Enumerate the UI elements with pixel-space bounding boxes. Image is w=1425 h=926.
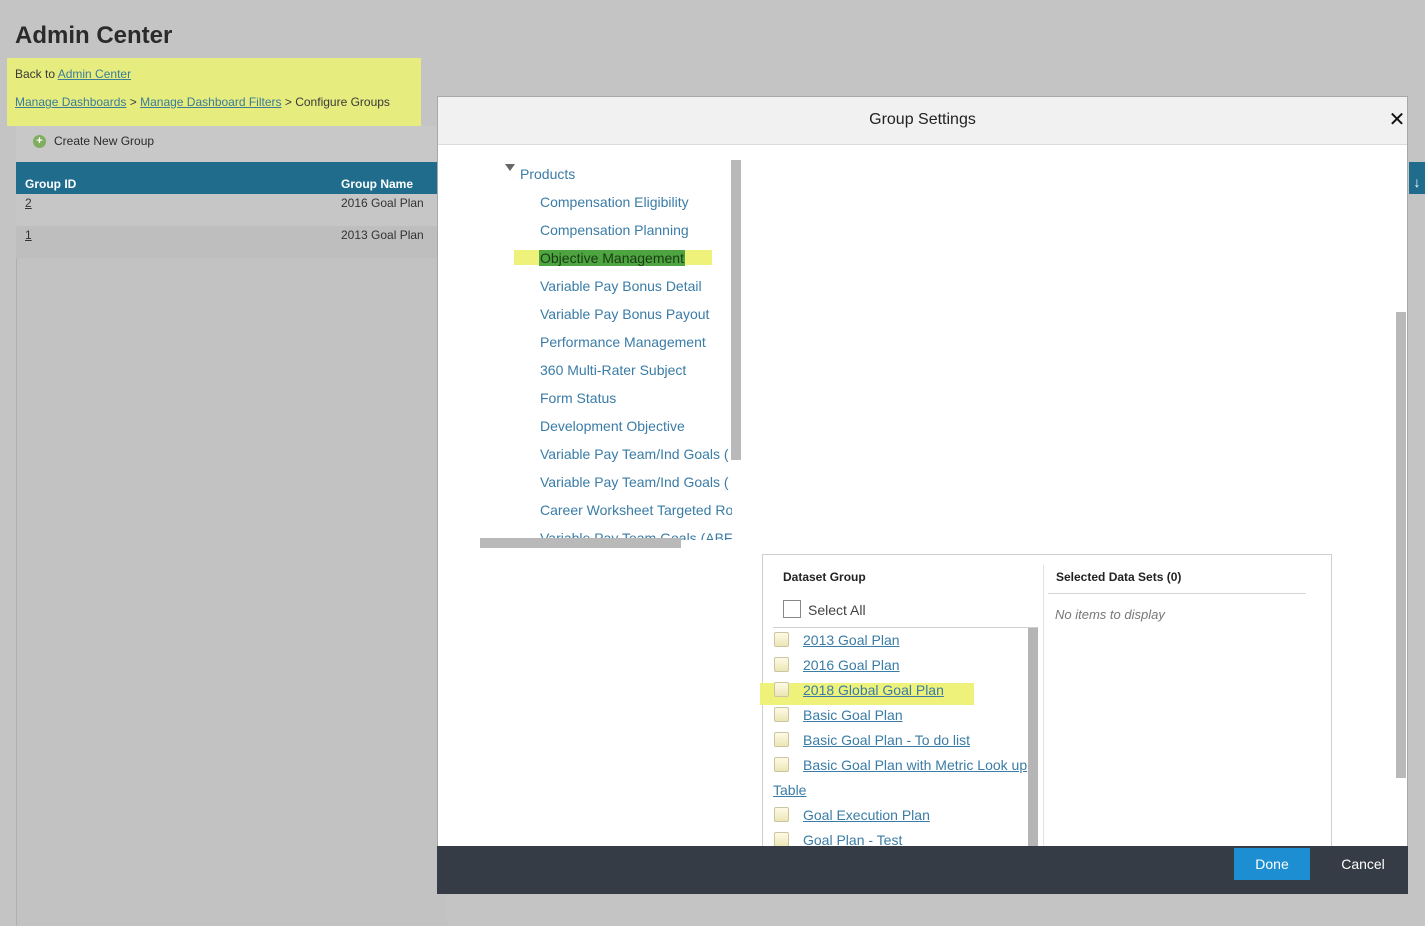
arrow-down-icon[interactable]: ↓ [1409,162,1425,194]
dataset-checkbox[interactable] [774,832,789,846]
dataset-checkbox[interactable] [774,732,789,747]
selected-datasets-header: Selected Data Sets (0) [1056,570,1182,584]
dataset-item[interactable]: 2016 Goal Plan [803,657,900,673]
back-prefix: Back to [15,67,56,81]
tree-item[interactable]: Variable Pay Bonus Payout [540,306,709,322]
breadcrumb-manage-dashboards[interactable]: Manage Dashboards [15,95,126,109]
column-header-group-name[interactable]: Group Name [341,177,413,191]
tree-item[interactable]: Variable Pay Bonus Detail [540,278,702,294]
group-name-cell: 2016 Goal Plan [341,196,424,210]
done-button[interactable]: Done [1234,848,1310,880]
cancel-button[interactable]: Cancel [1330,848,1396,880]
divider [1043,565,1044,855]
dataset-item[interactable]: Goal Execution Plan [803,807,930,823]
dialog-title: Group Settings [869,111,976,128]
dataset-item[interactable]: Basic Goal Plan - To do list [803,732,970,748]
dataset-checkbox[interactable] [774,707,789,722]
product-tree: Compensation Eligibility Compensation Pl… [500,160,732,540]
breadcrumb-separator: > [284,95,292,109]
tree-item[interactable]: Development Objective [540,418,685,434]
tree-item[interactable]: Form Status [540,390,616,406]
dataset-checkbox[interactable] [774,632,789,647]
dataset-item[interactable]: Goal Plan - Test [803,832,902,846]
group-id-link[interactable]: 2 [25,196,32,210]
dataset-item[interactable]: 2013 Goal Plan [803,632,900,648]
empty-message: No items to display [1055,607,1165,622]
dataset-item-continuation[interactable]: Table [773,782,806,798]
breadcrumb-manage-dashboard-filters[interactable]: Manage Dashboard Filters [140,95,281,109]
close-icon[interactable]: ✕ [1387,110,1407,130]
add-circle-icon[interactable]: + [33,135,46,148]
dataset-item[interactable]: Basic Goal Plan [803,707,903,723]
dataset-checkbox[interactable] [774,807,789,822]
tree-item[interactable]: Variable Pay Team/Ind Goals ( [540,446,729,462]
back-link-line: Back to Admin Center [15,67,131,81]
group-id-link[interactable]: 1 [25,228,32,242]
select-all-label[interactable]: Select All [808,602,866,618]
dataset-list-scrollbar[interactable] [1028,628,1038,846]
group-name-cell: 2013 Goal Plan [341,228,424,242]
tree-item[interactable]: Career Worksheet Targeted Ro [540,502,732,518]
breadcrumb-current: Configure Groups [295,95,390,109]
dataset-item[interactable]: Basic Goal Plan with Metric Look up [803,757,1027,773]
dataset-list: 2013 Goal Plan 2016 Goal Plan 2018 Globa… [762,628,1028,846]
dataset-checkbox[interactable] [774,682,789,697]
dataset-checkbox[interactable] [774,757,789,772]
tree-item-selected[interactable]: Objective Management [539,250,685,266]
tree-horizontal-scrollbar[interactable] [480,538,681,548]
column-header-group-id[interactable]: Group ID [25,177,76,191]
dataset-group-header: Dataset Group [783,570,866,584]
tree-item[interactable]: Compensation Eligibility [540,194,689,210]
tree-item[interactable]: Variable Pay Team/Ind Goals ( [540,474,729,490]
create-new-group-button[interactable]: Create New Group [54,134,154,148]
breadcrumb: Manage Dashboards > Manage Dashboard Fil… [15,95,390,109]
tree-vertical-scrollbar[interactable] [731,160,741,460]
dataset-checkbox[interactable] [774,657,789,672]
divider [1048,593,1306,594]
dialog-vertical-scrollbar[interactable] [1396,312,1406,778]
breadcrumb-separator: > [129,95,137,109]
dataset-item[interactable]: 2018 Global Goal Plan [803,682,944,698]
tree-item[interactable]: Performance Management [540,334,706,350]
page-title: Admin Center [15,22,173,49]
select-all-checkbox[interactable] [783,600,801,618]
admin-center-link[interactable]: Admin Center [58,67,131,81]
tree-item[interactable]: 360 Multi-Rater Subject [540,362,686,378]
tree-item[interactable]: Compensation Planning [540,222,689,238]
